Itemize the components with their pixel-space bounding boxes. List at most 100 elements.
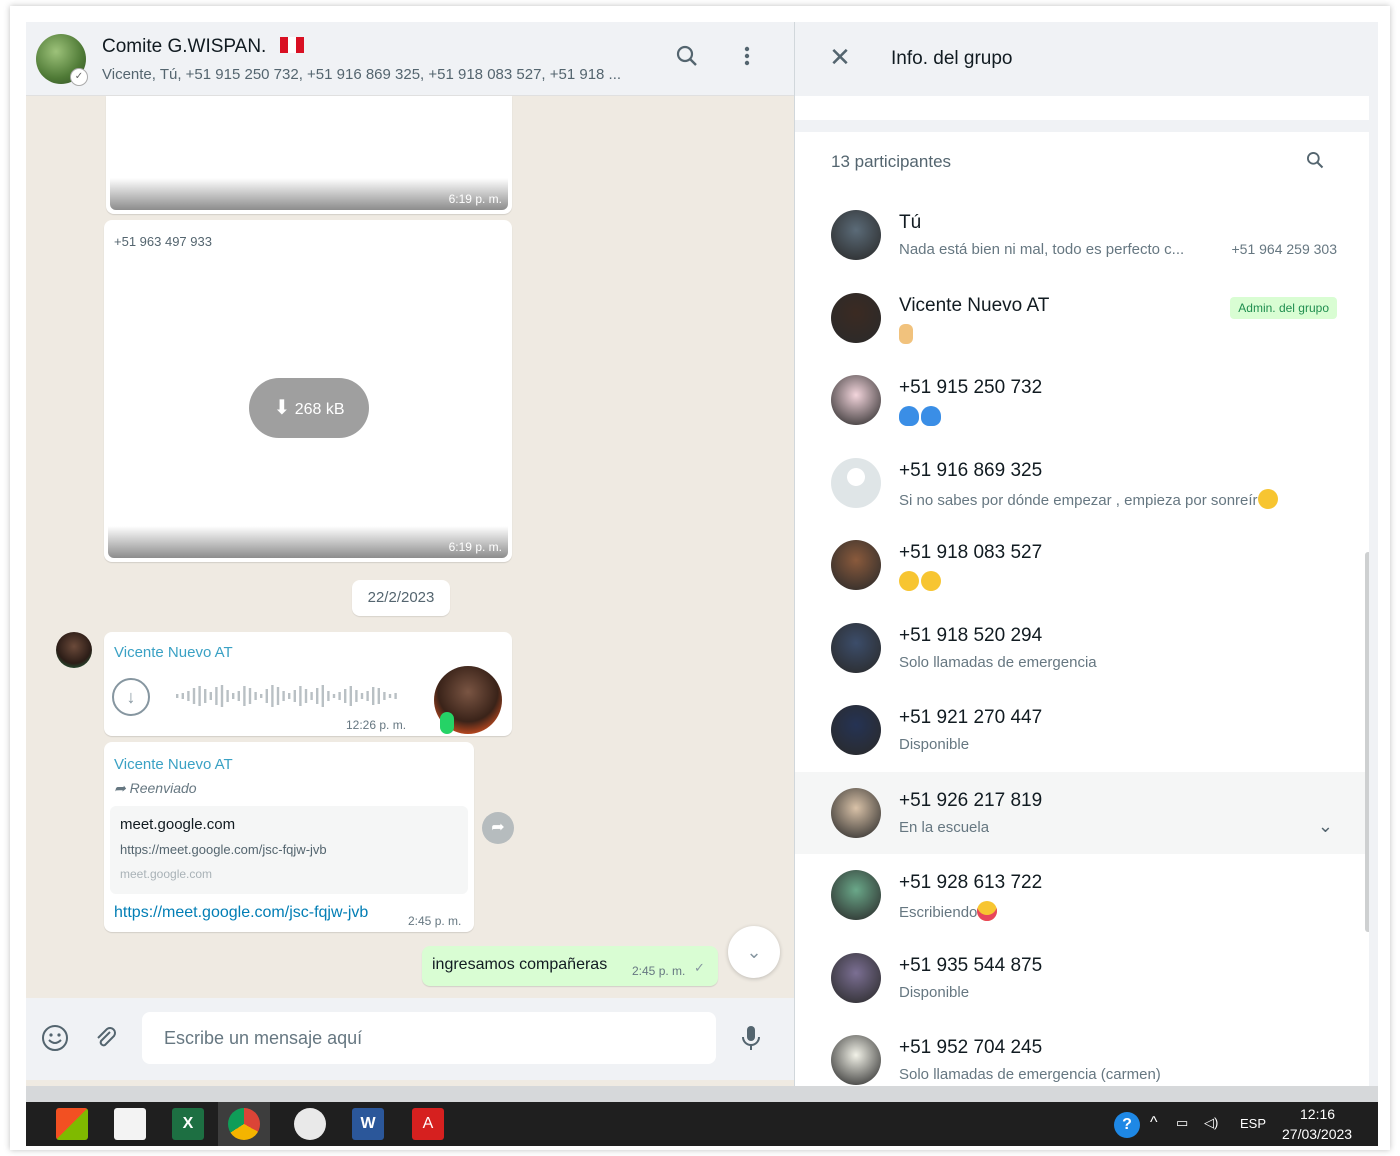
audio-waveform[interactable] xyxy=(176,684,406,708)
group-avatar[interactable]: ✓ xyxy=(36,34,88,86)
waveform-bar xyxy=(349,686,352,706)
participant-avatar[interactable] xyxy=(831,292,881,343)
participant-row[interactable]: +51 918 520 294 Solo llamadas de emergenc… xyxy=(795,607,1369,689)
search-participants-icon[interactable] xyxy=(1305,150,1325,175)
store-icon[interactable] xyxy=(56,1108,88,1140)
participant-row[interactable]: +51 916 869 325 Si no sabes por dónde emp… xyxy=(795,442,1369,524)
participant-status xyxy=(899,571,943,591)
word-icon[interactable]: W xyxy=(352,1108,384,1140)
chat-header[interactable]: ✓ Comite G.WISPAN. Vicente, Tú, +51 915 … xyxy=(26,22,794,96)
show-hidden-icons-icon[interactable]: ^ xyxy=(1150,1114,1158,1132)
excel-icon[interactable]: X xyxy=(172,1108,204,1140)
kebab-menu-icon[interactable] xyxy=(732,44,762,74)
message-input[interactable] xyxy=(142,1012,716,1064)
participant-row[interactable]: +51 952 704 245 Solo llamadas de emergenc… xyxy=(795,1019,1369,1086)
participant-row[interactable]: +51 921 270 447 Disponible xyxy=(795,689,1369,771)
info-section-bottom xyxy=(795,96,1369,120)
participant-name: +51 918 520 294 xyxy=(899,624,1043,646)
chat-title[interactable]: Comite G.WISPAN. xyxy=(102,36,305,58)
volume-icon[interactable]: ◁) xyxy=(1204,1115,1218,1131)
microphone-icon[interactable] xyxy=(736,1024,766,1054)
outgoing-message[interactable]: ingresamos compañeras 2:45 p. m. ✓ xyxy=(422,946,718,986)
message-link[interactable]: https://meet.google.com/jsc-fqjw-jvb xyxy=(114,904,368,922)
message-time: 6:19 p. m. xyxy=(448,540,502,554)
emoji-heart-icon xyxy=(921,406,941,426)
emoji-red-icon xyxy=(977,901,998,921)
sender-avatar[interactable] xyxy=(56,632,92,668)
participant-avatar[interactable] xyxy=(831,952,881,1003)
waveform-bar xyxy=(321,685,324,707)
group-info-title: Info. del grupo xyxy=(891,48,1013,69)
participant-avatar[interactable] xyxy=(831,457,881,508)
image-message[interactable]: +51 963 497 933 ⬇ 268 kB 6:19 p. m. xyxy=(104,220,512,562)
waveform-bar xyxy=(372,687,375,705)
close-icon[interactable]: ✕ xyxy=(825,42,855,72)
voice-message[interactable]: Vicente Nuevo AT ↓ 12:26 p. m. xyxy=(104,632,512,736)
participant-avatar[interactable] xyxy=(831,870,881,920)
participant-phone: +51 964 259 303 xyxy=(1231,241,1338,257)
waveform-bar xyxy=(226,690,229,702)
input-language[interactable]: ESP xyxy=(1240,1116,1266,1131)
participant-status: En la escuela xyxy=(899,818,990,836)
help-icon[interactable]: ? xyxy=(1114,1112,1140,1138)
clock-date[interactable]: 27/03/2023 xyxy=(1282,1126,1352,1142)
waveform-bar xyxy=(332,694,336,698)
participant-row[interactable]: +51 915 250 732 xyxy=(795,359,1369,441)
peru-flag-icon xyxy=(280,37,305,53)
participant-row[interactable]: +51 918 083 527 xyxy=(795,524,1369,606)
waveform-bar xyxy=(282,691,285,701)
scroll-down-button[interactable]: ⌄ xyxy=(728,926,780,978)
image-message[interactable]: 6:19 p. m. xyxy=(106,96,512,214)
waveform-bar xyxy=(394,693,397,699)
link-preview-card[interactable]: meet.google.com https://meet.google.com/… xyxy=(110,806,468,894)
participant-status: Si no sabes por dónde empezar , empieza … xyxy=(899,488,1280,509)
participant-row[interactable]: +51 935 544 875 Disponible xyxy=(795,937,1369,1019)
participant-row[interactable]: +51 926 217 819 En la escuela ⌄ xyxy=(795,771,1369,854)
waveform-bar xyxy=(316,688,319,704)
chevron-down-icon[interactable]: ⌄ xyxy=(1318,816,1333,837)
sender-name[interactable]: Vicente Nuevo AT xyxy=(114,644,233,661)
download-arrow-icon: ⬇ xyxy=(273,397,291,419)
file-size: 268 kB xyxy=(294,401,345,418)
acrobat-icon[interactable]: A xyxy=(412,1108,444,1140)
participant-row[interactable]: Vicente Nuevo AT Admin. del grupo xyxy=(795,277,1369,359)
chevron-down-icon: ⌄ xyxy=(746,942,762,962)
participant-name: +51 915 250 732 xyxy=(899,377,1043,398)
participant-avatar[interactable] xyxy=(831,210,881,260)
waveform-bar xyxy=(187,691,190,701)
emoji-icon[interactable] xyxy=(40,1024,70,1054)
participant-row[interactable]: Tú Nada está bien ni mal, todo es perfect… xyxy=(795,194,1369,276)
chrome-icon[interactable] xyxy=(228,1108,260,1140)
waveform-bar xyxy=(237,691,240,701)
mail-icon[interactable] xyxy=(114,1108,146,1140)
participant-status xyxy=(899,323,915,344)
participant-avatar[interactable] xyxy=(831,375,881,425)
download-audio-icon[interactable]: ↓ xyxy=(112,678,150,716)
scrollbar[interactable] xyxy=(1365,552,1369,932)
emoji-pray-icon xyxy=(899,323,913,344)
forward-icon[interactable]: ➦ xyxy=(482,812,514,844)
microphone-icon xyxy=(440,712,454,734)
link-message[interactable]: Vicente Nuevo AT ➦ Reenviado meet.google… xyxy=(104,742,474,932)
participant-avatar[interactable] xyxy=(831,540,881,590)
waveform-bar xyxy=(243,686,246,706)
download-image-button[interactable]: ⬇ 268 kB xyxy=(249,378,369,438)
participant-avatar[interactable] xyxy=(831,787,881,838)
search-icon[interactable] xyxy=(672,44,702,74)
waveform-bar xyxy=(215,687,218,705)
link-preview-title: meet.google.com xyxy=(120,816,236,833)
participant-status: Nada está bien ni mal, todo es perfecto … xyxy=(899,241,1185,258)
message-time: 2:45 p. m. xyxy=(408,914,462,928)
participant-avatar[interactable] xyxy=(831,622,881,673)
participant-avatar[interactable] xyxy=(831,1035,881,1085)
clock-time[interactable]: 12:16 xyxy=(1300,1106,1335,1122)
attach-icon[interactable] xyxy=(90,1024,120,1054)
network-icon[interactable]: ▭ xyxy=(1176,1115,1188,1131)
chat-members-subtitle: Vicente, Tú, +51 915 250 732, +51 916 86… xyxy=(102,66,622,83)
sender-name[interactable]: Vicente Nuevo AT xyxy=(114,756,233,773)
participant-status: Escribiendo xyxy=(899,901,999,921)
participant-avatar[interactable] xyxy=(831,705,881,755)
paint-icon[interactable] xyxy=(294,1108,326,1140)
message-time: 2:45 p. m. xyxy=(632,964,686,978)
participant-row[interactable]: +51 928 613 722 Escribiendo xyxy=(795,854,1369,936)
